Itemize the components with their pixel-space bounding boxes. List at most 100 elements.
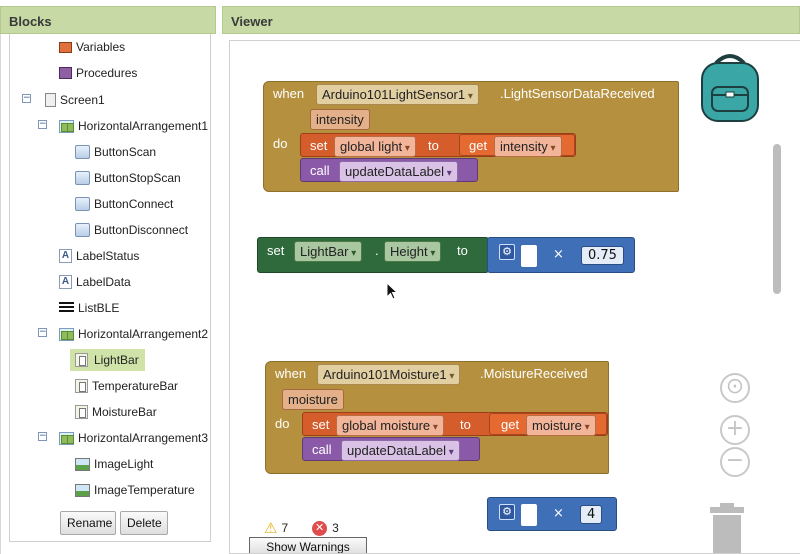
property-dropdown[interactable]: Height (384, 241, 442, 262)
multiply-block[interactable]: ⚙ × 0.75 (487, 237, 635, 273)
multiply-block-loose[interactable]: ⚙ × 4 (487, 497, 617, 531)
to-keyword: to (428, 138, 439, 153)
multiply-operator: × (553, 247, 564, 262)
tree-item-label: LightBar (92, 351, 141, 369)
get-keyword: get (469, 138, 488, 153)
event-block-light-sensor[interactable]: when Arduino101LightSensor1 .LightSensor… (263, 81, 679, 192)
blocks-panel-header: Blocks (0, 6, 216, 34)
tree-item-button-stop-scan[interactable]: ButtonStopScan (75, 167, 181, 189)
gear-icon[interactable]: ⚙ (499, 504, 515, 520)
blocks-panel: Variables Procedures − Screen1 − Horizon… (0, 34, 216, 554)
image-icon (75, 457, 90, 471)
collapse-toggle-horizontal-arrangement3[interactable]: − (38, 432, 47, 441)
tree-item-screen1[interactable]: Screen1 (45, 89, 105, 111)
delete-button[interactable]: Delete (120, 511, 168, 535)
warning-count: 7 (281, 521, 289, 535)
tree-item-procedures[interactable]: Procedures (59, 62, 137, 84)
event-block-moisture[interactable]: when Arduino101Moisture1 .MoistureReceiv… (265, 361, 609, 474)
warning-icon: ⚠ (264, 520, 278, 537)
vertical-bar-icon (75, 353, 88, 367)
empty-socket[interactable] (521, 245, 537, 267)
tree-item-label: ButtonDisconnect (94, 223, 189, 237)
tree-item-button-disconnect[interactable]: ButtonDisconnect (75, 219, 188, 241)
tree-item-label-data[interactable]: A LabelData (59, 271, 131, 293)
tree-item-label: ListBLE (78, 301, 120, 315)
variable-dropdown[interactable]: intensity (494, 136, 562, 157)
blocks-workspace[interactable]: when Arduino101LightSensor1 .LightSensor… (229, 40, 800, 554)
tree-item-horizontal-arrangement3[interactable]: HorizontalArrangement3 (59, 427, 208, 449)
tree-item-label: HorizontalArrangement1 (78, 119, 209, 133)
collapse-toggle-horizontal-arrangement2[interactable]: − (38, 328, 47, 337)
set-variable-block[interactable]: set global moisture to get moisture (302, 412, 608, 436)
tree-item-image-temperature[interactable]: ImageTemperature (75, 479, 195, 501)
event-parameter[interactable]: moisture (282, 389, 344, 410)
button-icon (75, 145, 90, 159)
set-variable-block[interactable]: set global light to get intensity (300, 133, 576, 157)
set-keyword: set (267, 243, 285, 258)
tree-item-label-status[interactable]: A LabelStatus (59, 245, 139, 267)
tree-item-label: HorizontalArrangement2 (78, 327, 209, 341)
procedures-icon (59, 67, 72, 79)
component-dropdown[interactable]: Arduino101LightSensor1 (316, 84, 479, 105)
app-inventor-blocks-editor: Blocks Variables Procedures − Screen1 − … (0, 0, 800, 554)
call-procedure-block[interactable]: call updateDataLabel (300, 158, 478, 182)
vertical-bar-icon (75, 405, 88, 419)
do-keyword: do (273, 136, 288, 151)
zoom-in-icon[interactable]: + (720, 415, 750, 445)
tree-item-button-connect[interactable]: ButtonConnect (75, 193, 173, 215)
tree-item-button-scan[interactable]: ButtonScan (75, 141, 156, 163)
procedure-dropdown[interactable]: updateDataLabel (339, 161, 458, 182)
collapse-toggle-screen1[interactable]: − (22, 94, 31, 103)
tree-item-light-bar[interactable]: LightBar (70, 349, 145, 371)
procedure-dropdown[interactable]: updateDataLabel (341, 440, 460, 461)
call-keyword: call (310, 163, 330, 178)
tree-item-temperature-bar[interactable]: TemperatureBar (75, 375, 178, 397)
set-property-block[interactable]: set LightBar . Height to (257, 237, 489, 273)
do-keyword: do (275, 416, 290, 431)
tree-item-variables[interactable]: Variables (59, 36, 125, 58)
number-input[interactable]: 4 (580, 505, 603, 524)
show-warnings-button[interactable]: Show Warnings (249, 537, 367, 553)
variable-dropdown[interactable]: global moisture (336, 415, 444, 436)
when-keyword: when (273, 86, 305, 101)
event-name: .LightSensorDataReceived (500, 86, 655, 101)
image-icon (75, 483, 90, 497)
get-keyword: get (501, 417, 520, 432)
number-input[interactable]: 0.75 (581, 246, 624, 265)
collapse-toggle-horizontal-arrangement1[interactable]: − (38, 120, 47, 129)
empty-socket[interactable] (521, 504, 537, 526)
variables-icon (59, 41, 72, 53)
rename-button[interactable]: Rename (60, 511, 116, 535)
tree-item-horizontal-arrangement2[interactable]: HorizontalArrangement2 (59, 323, 208, 345)
call-procedure-block[interactable]: call updateDataLabel (302, 437, 480, 461)
tree-item-moisture-bar[interactable]: MoistureBar (75, 401, 157, 423)
tree-item-label: Variables (76, 40, 126, 54)
component-tree: Variables Procedures − Screen1 − Horizon… (9, 34, 211, 542)
set-keyword: set (312, 417, 330, 432)
tree-item-image-light[interactable]: ImageLight (75, 453, 153, 475)
variable-dropdown[interactable]: moisture (526, 415, 596, 436)
horizontal-arrangement-icon (59, 119, 74, 133)
get-variable-block[interactable]: get intensity (459, 134, 575, 157)
backpack-icon[interactable] (696, 51, 764, 125)
variable-dropdown[interactable]: global light (334, 136, 416, 157)
screen-icon (45, 93, 56, 107)
workspace-vertical-scrollbar[interactable] (773, 144, 781, 294)
list-icon (59, 302, 74, 314)
to-keyword: to (457, 243, 468, 258)
viewer-panel-title: Viewer (231, 14, 273, 29)
multiply-operator: × (553, 506, 564, 521)
event-parameter[interactable]: intensity (310, 109, 370, 130)
trash-can-icon[interactable] (706, 501, 748, 554)
center-workspace-icon[interactable]: ⊙ (720, 373, 750, 403)
tree-item-list-ble[interactable]: ListBLE (59, 297, 119, 319)
component-dropdown[interactable]: LightBar (294, 241, 363, 262)
component-dropdown[interactable]: Arduino101Moisture1 (317, 364, 461, 385)
gear-icon[interactable]: ⚙ (499, 244, 515, 260)
zoom-out-icon[interactable]: − (720, 447, 750, 477)
tree-item-label: MoistureBar (92, 405, 157, 419)
viewer-panel-header: Viewer (222, 6, 800, 34)
tree-item-horizontal-arrangement1[interactable]: HorizontalArrangement1 (59, 115, 208, 137)
get-variable-block[interactable]: get moisture (489, 413, 607, 436)
call-keyword: call (312, 442, 332, 457)
